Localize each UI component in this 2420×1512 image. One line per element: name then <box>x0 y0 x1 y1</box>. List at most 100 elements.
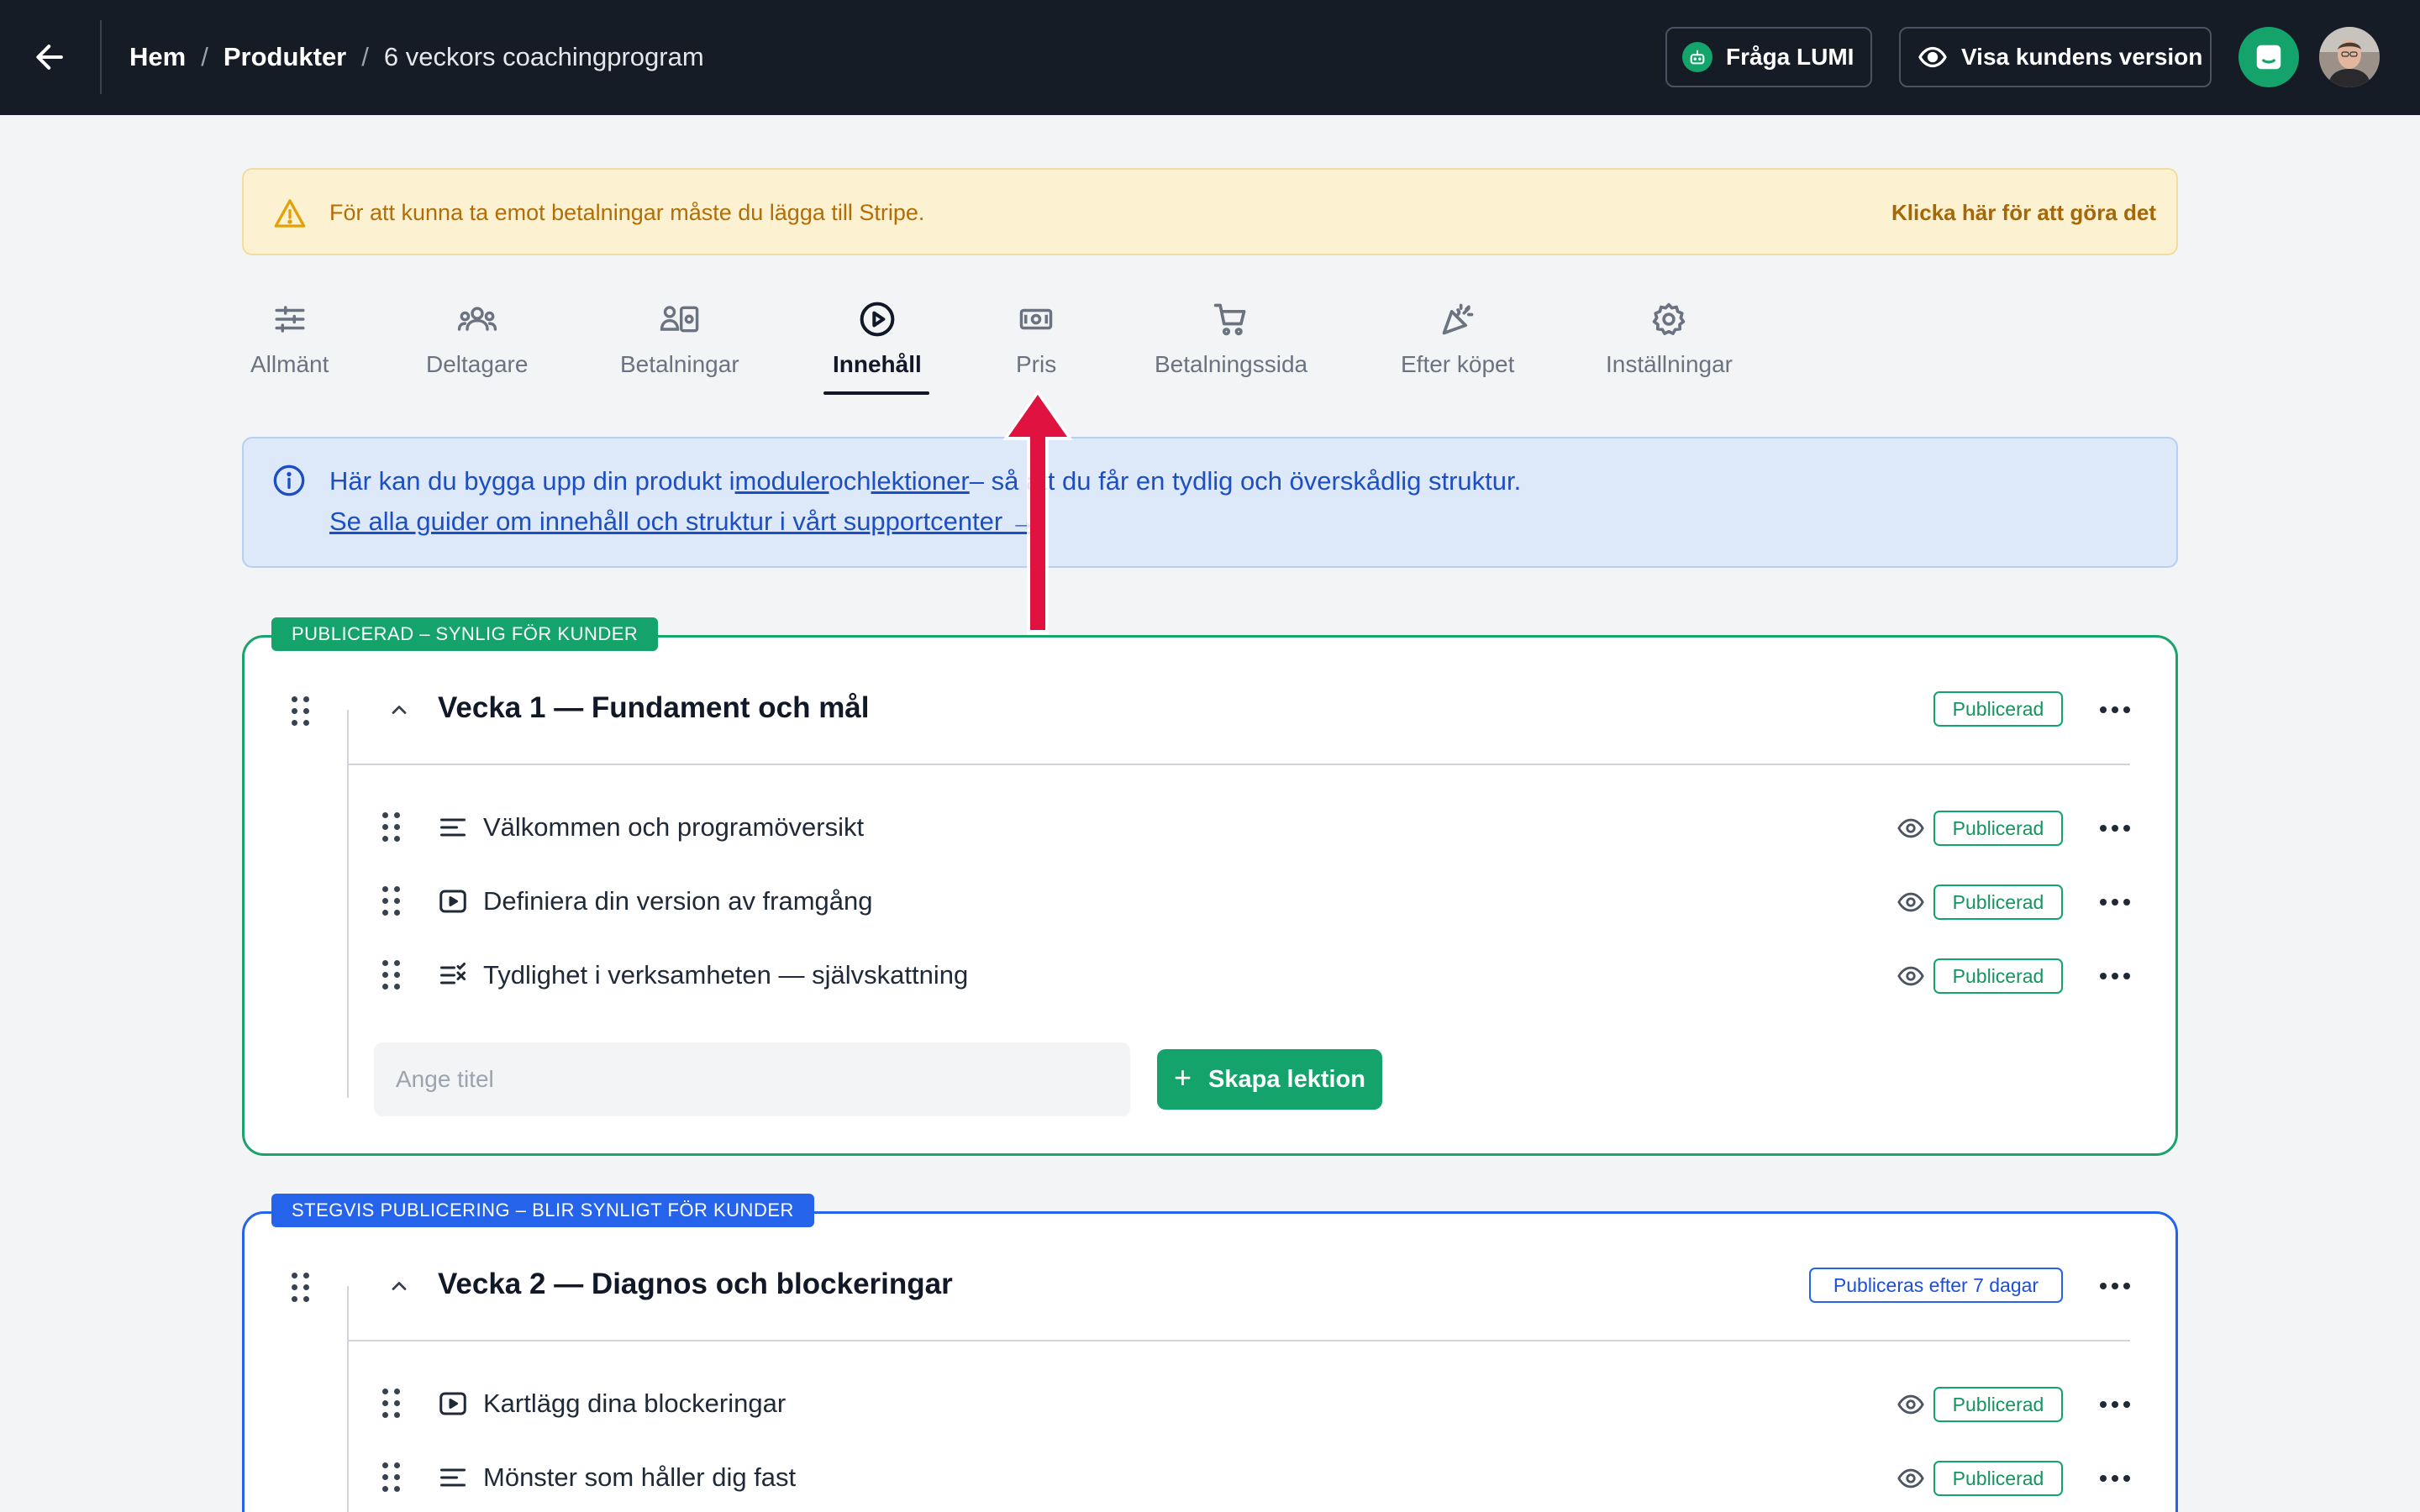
eye-icon <box>1897 818 1924 838</box>
module-status-badge[interactable]: Publiceras efter 7 dagar <box>1809 1268 2063 1303</box>
warning-text: För att kunna ta emot betalningar måste … <box>329 200 925 225</box>
module-card: STEGVIS PUBLICERING – BLIR SYNLIGT FÖR K… <box>242 1194 2178 1512</box>
lesson-drag-handle[interactable] <box>382 886 401 916</box>
lesson-status-badge[interactable]: Publicerad <box>1933 885 2063 920</box>
info-icon <box>273 465 305 496</box>
module-separator <box>349 1340 2130 1341</box>
module-status-tag: PUBLICERAD – SYNLIG FÖR KUNDER <box>271 617 659 651</box>
module-more-button[interactable] <box>2098 696 2132 722</box>
active-tab-indicator <box>823 391 929 395</box>
tab-betalningssida[interactable]: Betalningssida <box>1155 299 1307 378</box>
lesson-row[interactable]: Tydlighet i verksamheten — självskattnin… <box>349 938 2155 1012</box>
module-more-button[interactable] <box>2098 1273 2132 1298</box>
module-drag-handle[interactable] <box>292 1273 310 1303</box>
text-lines-icon <box>440 1468 466 1487</box>
customer-view-label: Visa kundens version <box>1961 44 2203 70</box>
tab-pris[interactable]: Pris <box>1016 299 1056 378</box>
lumi-bot-icon <box>1682 42 1712 72</box>
quiz-icon <box>440 963 466 984</box>
annotation-arrow-icon <box>1002 390 1073 635</box>
play-circle-icon <box>857 299 897 339</box>
lesson-more-button[interactable] <box>2098 963 2132 988</box>
eye-icon <box>1897 966 1924 986</box>
lesson-more-button[interactable] <box>2098 815 2132 840</box>
breadcrumb-separator: / <box>201 42 208 71</box>
lesson-row[interactable]: Mönster som håller dig fast 0 0 Publicer… <box>349 1441 2155 1512</box>
tab-label: Efter köpet <box>1401 351 1515 377</box>
module-separator <box>349 764 2130 765</box>
add-stripe-link[interactable]: Klicka här för att göra det <box>1891 200 2156 226</box>
module-drag-handle[interactable] <box>292 696 310 727</box>
module-title[interactable]: Vecka 2 — Diagnos och blockeringar <box>438 1268 953 1301</box>
breadcrumb-products[interactable]: Produkter <box>224 42 346 72</box>
banknote-icon <box>1016 299 1056 339</box>
lesson-status-badge[interactable]: Publicerad <box>1933 1461 2063 1496</box>
user-photo-icon <box>2319 27 2380 87</box>
collapse-button[interactable] <box>387 698 411 726</box>
users-icon <box>457 299 497 339</box>
lesson-more-button[interactable] <box>2098 1465 2132 1490</box>
eye-icon <box>1897 1468 1924 1488</box>
tab-betalningar[interactable]: Betalningar <box>620 299 739 378</box>
chat-button[interactable] <box>2238 27 2299 87</box>
create-lesson-button[interactable]: + Skapa lektion <box>1157 1049 1382 1110</box>
cart-icon <box>1211 299 1251 339</box>
collapse-button[interactable] <box>387 1274 411 1302</box>
tab-label: Allmänt <box>250 351 329 377</box>
lesson-row[interactable]: Definiera din version av framgång 0 0 Pu… <box>349 864 2155 938</box>
lesson-drag-handle[interactable] <box>382 1462 401 1493</box>
video-icon <box>439 1392 466 1415</box>
lesson-title: Tydlighet i verksamheten — självskattnin… <box>483 960 969 990</box>
lesson-status-badge[interactable]: Publicerad <box>1933 811 2063 846</box>
breadcrumb: Hem / Produkter / 6 veckors coachingprog… <box>129 37 704 77</box>
create-lesson-label: Skapa lektion <box>1208 1065 1365 1093</box>
eye-icon <box>1897 1394 1924 1415</box>
guides-link[interactable]: Se alla guider om innehåll och struktur … <box>329 507 1036 536</box>
tab-deltagare[interactable]: Deltagare <box>426 299 528 378</box>
lesson-more-button[interactable] <box>2098 1391 2132 1416</box>
lesson-row[interactable]: Välkommen och programöversikt 1 0 Public… <box>349 790 2155 864</box>
lesson-drag-handle[interactable] <box>382 960 401 990</box>
stripe-warning-banner: För att kunna ta emot betalningar måste … <box>242 168 2178 255</box>
tab-label: Betalningar <box>620 351 739 377</box>
tab-efter-kopet[interactable]: Efter köpet <box>1401 299 1514 378</box>
lesson-more-button[interactable] <box>2098 889 2132 914</box>
back-button[interactable] <box>25 32 76 82</box>
tab-label: Innehåll <box>833 351 922 377</box>
chevron-up-icon <box>392 706 407 714</box>
lesson-status-badge[interactable]: Publicerad <box>1933 958 2063 994</box>
ask-lumi-button[interactable]: Fråga LUMI <box>1665 27 1872 87</box>
gear-icon <box>1649 299 1689 339</box>
tab-allmant[interactable]: Allmänt <box>250 299 329 378</box>
lesson-status-badge[interactable]: Publicerad <box>1933 1387 2063 1422</box>
tab-label: Deltagare <box>426 351 529 377</box>
module-title[interactable]: Vecka 1 — Fundament och mål <box>438 691 870 725</box>
new-lesson-title-input[interactable] <box>374 1042 1130 1116</box>
info-guides: Se alla guider om innehåll och struktur … <box>329 507 1036 537</box>
tab-innehall[interactable]: Innehåll <box>833 299 922 378</box>
customer-view-button[interactable]: Visa kundens version <box>1899 27 2212 87</box>
tab-installningar[interactable]: Inställningar <box>1606 299 1733 378</box>
info-banner: Här kan du bygga upp din produkt imodule… <box>242 437 2178 568</box>
party-icon <box>1438 299 1478 339</box>
tab-label: Betalningssida <box>1155 351 1308 377</box>
lesson-title: Mönster som håller dig fast <box>483 1462 797 1492</box>
topbar-divider <box>100 20 102 94</box>
top-bar: Hem / Produkter / 6 veckors coachingprog… <box>0 0 2420 115</box>
lesson-row[interactable]: Kartlägg dina blockeringar 0 0 Publicera… <box>349 1367 2155 1441</box>
eye-icon <box>1897 892 1924 912</box>
breadcrumb-home[interactable]: Hem <box>129 42 186 72</box>
lessons-link[interactable]: lektioner <box>871 466 970 496</box>
lesson-drag-handle[interactable] <box>382 1389 401 1419</box>
eye-icon <box>1918 46 1947 68</box>
info-text: Här kan du bygga upp din produkt imodule… <box>329 466 1521 496</box>
video-icon <box>439 890 466 913</box>
avatar[interactable] <box>2319 27 2380 87</box>
info-and: och <box>829 466 871 496</box>
ask-lumi-label: Fråga LUMI <box>1726 44 1854 70</box>
modules-link[interactable]: moduler <box>735 466 829 496</box>
chevron-up-icon <box>392 1282 407 1290</box>
breadcrumb-current: 6 veckors coachingprogram <box>383 42 704 71</box>
module-status-badge[interactable]: Publicerad <box>1933 691 2063 727</box>
lesson-drag-handle[interactable] <box>382 812 401 843</box>
